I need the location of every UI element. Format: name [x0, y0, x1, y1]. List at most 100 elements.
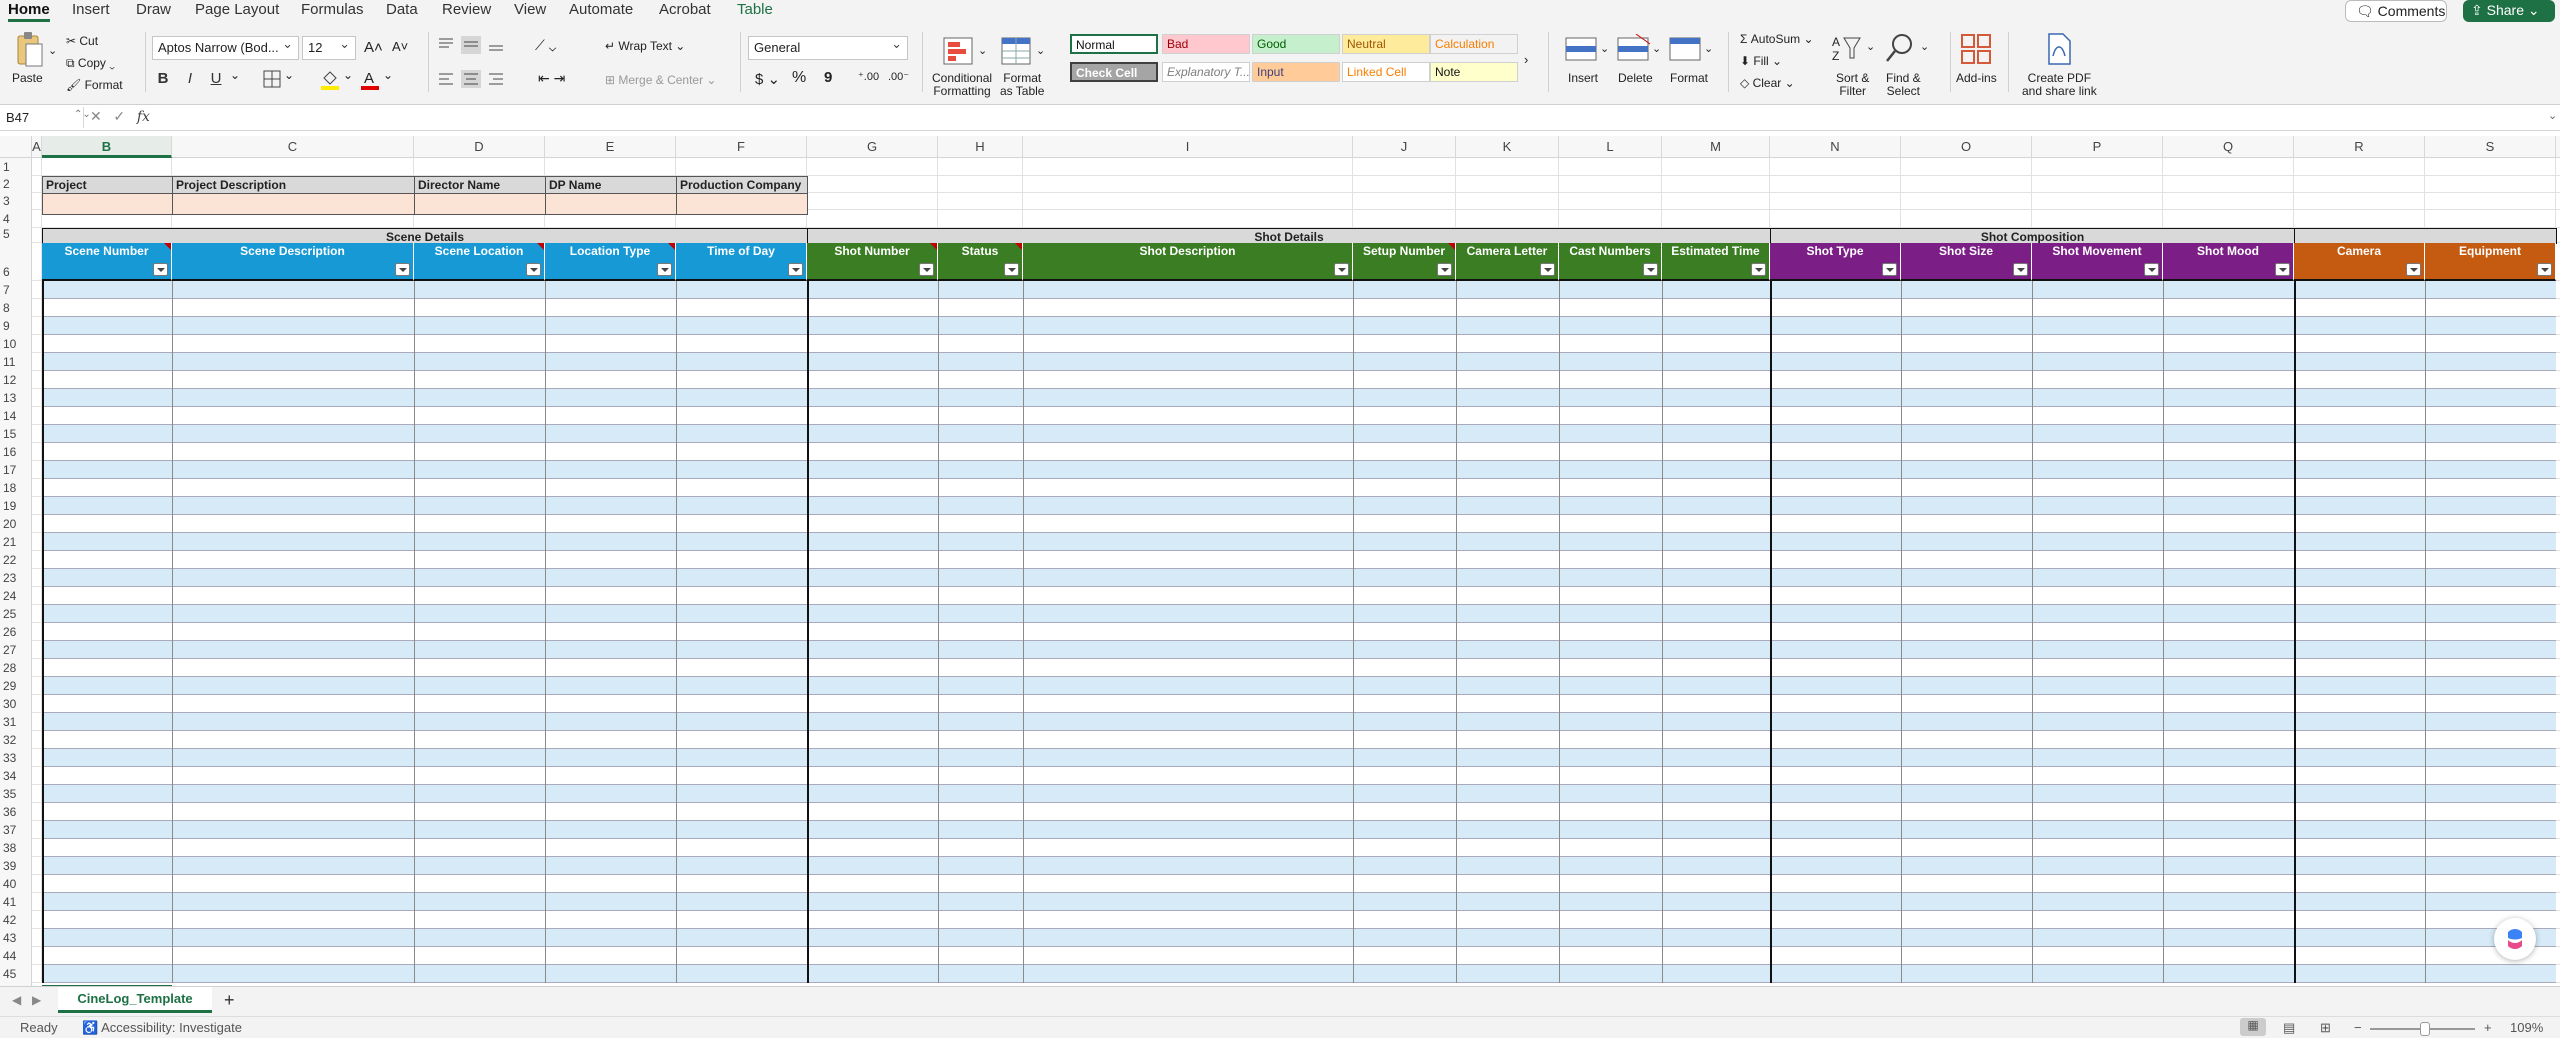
- table-header-cell[interactable]: Scene Number: [42, 243, 172, 281]
- expand-formula-bar-icon[interactable]: ⌄: [2548, 109, 2557, 122]
- table-row[interactable]: [42, 623, 2556, 641]
- column-header-n[interactable]: N: [1770, 136, 1901, 158]
- table-header-cell[interactable]: Scene Location: [414, 243, 545, 281]
- row-header-25[interactable]: 25: [0, 606, 32, 623]
- column-header-r[interactable]: R: [2294, 136, 2425, 158]
- row-header-34[interactable]: 34: [0, 768, 32, 785]
- table-header-cell[interactable]: Time of Day: [676, 243, 807, 281]
- table-row[interactable]: [42, 965, 2556, 983]
- column-header-c[interactable]: C: [172, 136, 414, 158]
- font-color-icon[interactable]: A: [360, 68, 380, 90]
- paste-dropdown-icon[interactable]: ⌄: [48, 44, 57, 57]
- tab-draw[interactable]: Draw: [136, 0, 171, 20]
- filter-dropdown-icon[interactable]: [395, 263, 410, 276]
- table-header-cell[interactable]: Estimated Time: [1662, 243, 1770, 281]
- wrap-text-button[interactable]: ↵ Wrap Text ⌄: [605, 39, 685, 53]
- table-row[interactable]: [42, 497, 2556, 515]
- fill-color-icon[interactable]: [320, 68, 340, 90]
- format-as-table-dropdown-icon[interactable]: ⌄: [1036, 44, 1045, 57]
- row-header-7[interactable]: 7: [0, 282, 32, 299]
- row-header-22[interactable]: 22: [0, 552, 32, 569]
- table-row[interactable]: [42, 587, 2556, 605]
- project-header-cell[interactable]: Project: [42, 176, 173, 194]
- column-header-b[interactable]: B: [42, 136, 172, 158]
- italic-button[interactable]: I: [183, 70, 197, 88]
- orientation-icon[interactable]: ⟋ ⌄: [535, 37, 556, 54]
- row-header-12[interactable]: 12: [0, 372, 32, 389]
- insert-button[interactable]: Insert: [1568, 72, 1598, 85]
- cancel-icon[interactable]: ✕: [90, 108, 102, 124]
- filter-dropdown-icon[interactable]: [788, 263, 803, 276]
- column-header-h[interactable]: H: [938, 136, 1023, 158]
- filter-dropdown-icon[interactable]: [2406, 263, 2421, 276]
- decrease-decimal-icon[interactable]: .00⁻: [888, 70, 909, 83]
- cell-style-6[interactable]: Explanatory T...: [1162, 62, 1250, 82]
- format-cells-button[interactable]: Format: [1670, 72, 1708, 85]
- row-header-24[interactable]: 24: [0, 588, 32, 605]
- row-header-21[interactable]: 21: [0, 534, 32, 551]
- zoom-slider-thumb[interactable]: [2420, 1022, 2430, 1036]
- filter-dropdown-icon[interactable]: [1437, 263, 1452, 276]
- filter-dropdown-icon[interactable]: [2537, 263, 2552, 276]
- filter-dropdown-icon[interactable]: [2275, 263, 2290, 276]
- spreadsheet-grid[interactable]: ABCDEFGHIJKLMNOPQRS 1 2 3 4 5 6 7 8 9 10 11 12 13 14 1…: [0, 136, 2560, 986]
- confirm-icon[interactable]: ✓: [113, 108, 125, 124]
- table-row[interactable]: [42, 695, 2556, 713]
- row-header-41[interactable]: 41: [0, 894, 32, 911]
- table-row[interactable]: [42, 929, 2556, 947]
- column-header-a[interactable]: A: [32, 136, 42, 158]
- cell-style-1[interactable]: Bad: [1162, 34, 1250, 54]
- row-header-17[interactable]: 17: [0, 462, 32, 479]
- increase-decimal-icon[interactable]: ⁺.00: [858, 70, 879, 83]
- increase-font-icon[interactable]: A˄: [364, 39, 383, 56]
- filter-dropdown-icon[interactable]: [1643, 263, 1658, 276]
- indent-icons[interactable]: ⇤ ⇥: [538, 70, 565, 87]
- tab-data[interactable]: Data: [386, 0, 418, 20]
- project-value-cell[interactable]: [414, 193, 546, 215]
- clear-button[interactable]: ◇ Clear ⌄: [1740, 76, 1795, 90]
- row-header-36[interactable]: 36: [0, 804, 32, 821]
- insert-cells-icon[interactable]: [1564, 34, 1602, 64]
- name-box-dropdown-icon[interactable]: ⌃⌄: [74, 109, 91, 120]
- table-row[interactable]: [42, 425, 2556, 443]
- select-all-corner[interactable]: [0, 136, 32, 158]
- row-header-31[interactable]: 31: [0, 714, 32, 731]
- font-name-select[interactable]: Aptos Narrow (Bod...: [152, 36, 299, 60]
- row-header-32[interactable]: 32: [0, 732, 32, 749]
- table-header-cell[interactable]: Location Type: [545, 243, 676, 281]
- add-ins-button[interactable]: Add-ins: [1956, 72, 1997, 85]
- filter-dropdown-icon[interactable]: [526, 263, 541, 276]
- table-header-cell[interactable]: Shot Number: [807, 243, 938, 281]
- column-header-m[interactable]: M: [1662, 136, 1770, 158]
- table-header-cell[interactable]: Camera Letter: [1456, 243, 1559, 281]
- page-break-view-icon[interactable]: ⊞: [2320, 1020, 2331, 1036]
- cell-style-8[interactable]: Linked Cell: [1342, 62, 1430, 82]
- table-row[interactable]: [42, 857, 2556, 875]
- row-header-27[interactable]: 27: [0, 642, 32, 659]
- delete-button[interactable]: Delete: [1618, 72, 1653, 85]
- next-sheet-icon[interactable]: ▶: [32, 993, 41, 1007]
- table-row[interactable]: [42, 713, 2556, 731]
- row-header-29[interactable]: 29: [0, 678, 32, 695]
- cell-style-0[interactable]: Normal: [1070, 34, 1158, 54]
- column-header-i[interactable]: I: [1023, 136, 1353, 158]
- tab-view[interactable]: View: [514, 0, 546, 20]
- project-value-cell[interactable]: [676, 193, 808, 215]
- column-header-j[interactable]: J: [1353, 136, 1456, 158]
- normal-view-icon[interactable]: ▦: [2240, 1018, 2266, 1036]
- paste-button[interactable]: Paste: [12, 72, 43, 85]
- row-header-13[interactable]: 13: [0, 390, 32, 407]
- cell-style-3[interactable]: Neutral: [1342, 34, 1430, 54]
- table-header-cell[interactable]: Scene Description: [172, 243, 414, 281]
- row-header-6[interactable]: 6: [0, 264, 32, 281]
- autosum-button[interactable]: Σ AutoSum ⌄: [1740, 32, 1814, 46]
- column-header-l[interactable]: L: [1559, 136, 1662, 158]
- column-header-p[interactable]: P: [2032, 136, 2163, 158]
- filter-dropdown-icon[interactable]: [1882, 263, 1897, 276]
- format-as-table-icon[interactable]: [1000, 36, 1036, 68]
- row-header-8[interactable]: 8: [0, 300, 32, 317]
- table-row[interactable]: [42, 731, 2556, 749]
- gallery-next-icon[interactable]: ›: [1524, 52, 1528, 67]
- share-button[interactable]: ⇪ Share ⌄: [2463, 0, 2555, 22]
- project-value-cell[interactable]: [172, 193, 415, 215]
